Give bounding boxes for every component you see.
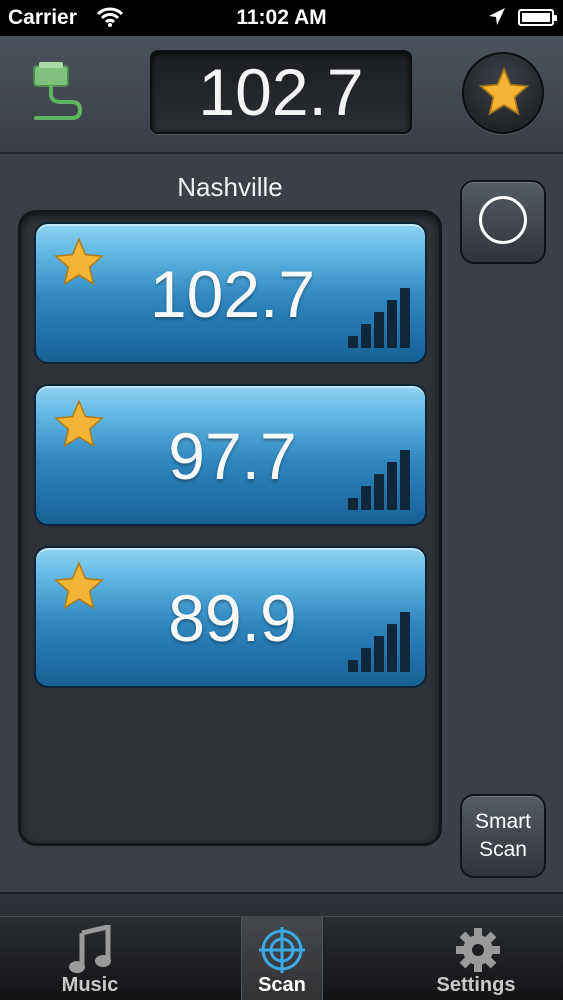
signal-strength-icon bbox=[348, 286, 410, 348]
cable-plug-icon[interactable] bbox=[28, 60, 92, 130]
smart-scan-button[interactable]: Smart Scan bbox=[460, 794, 546, 878]
tab-settings[interactable]: Settings bbox=[416, 917, 536, 1000]
station-card[interactable]: 97.7 bbox=[34, 384, 427, 526]
status-bar: Carrier 11:02 AM bbox=[0, 0, 563, 36]
tab-scan[interactable]: Scan bbox=[241, 917, 323, 1000]
smart-scan-label: Smart Scan bbox=[474, 810, 531, 861]
battery-icon bbox=[518, 9, 557, 26]
tab-bar: Music Scan Settings bbox=[0, 916, 563, 1000]
star-icon bbox=[478, 67, 530, 116]
clock: 11:02 AM bbox=[236, 6, 327, 29]
current-frequency-display: 102.7 bbox=[150, 50, 412, 134]
favorite-button[interactable] bbox=[462, 52, 544, 134]
signal-strength-icon bbox=[348, 448, 410, 510]
station-card[interactable]: 89.9 bbox=[34, 546, 427, 688]
station-card[interactable]: 102.7 bbox=[34, 222, 427, 364]
scan-crosshair-icon bbox=[259, 927, 305, 973]
tab-scan-label: Scan bbox=[258, 974, 306, 996]
tab-music-label: Music bbox=[61, 974, 119, 996]
tab-divider bbox=[0, 892, 563, 918]
radio-app-screen: Carrier 11:02 AM 102.7 Nashville 102.7 9… bbox=[0, 0, 563, 1000]
city-label: Nashville bbox=[177, 172, 283, 202]
record-button[interactable] bbox=[460, 180, 546, 264]
tab-settings-label: Settings bbox=[436, 974, 516, 996]
signal-strength-icon bbox=[348, 610, 410, 672]
gear-icon bbox=[456, 928, 500, 972]
tab-music[interactable]: Music bbox=[30, 917, 150, 1000]
location-arrow-icon bbox=[488, 7, 506, 33]
music-note-icon bbox=[69, 925, 111, 973]
record-circle-icon bbox=[479, 196, 527, 244]
header: 102.7 bbox=[0, 36, 563, 154]
